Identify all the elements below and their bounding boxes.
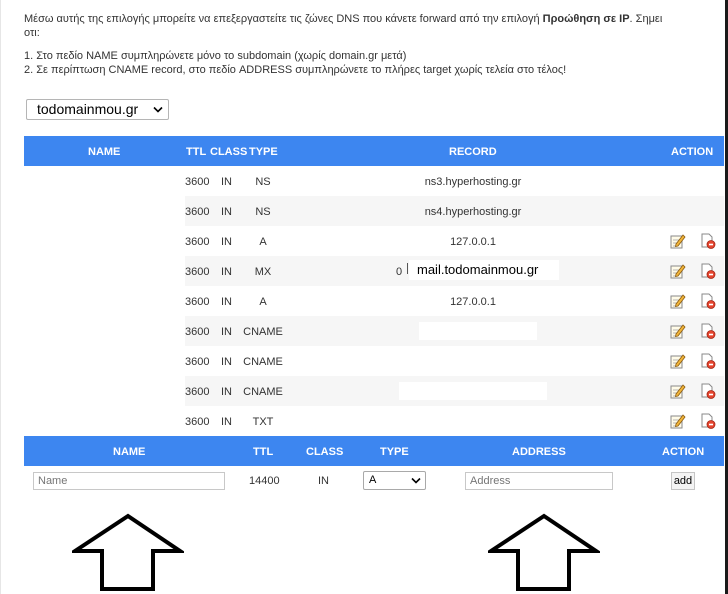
header-class: CLASS (210, 146, 248, 158)
intro-bold-link: Προώθηση σε IP (542, 13, 630, 25)
edit-pencil-icon[interactable] (670, 353, 686, 369)
table-row: 3600 IN A 127.0.0.1 (24, 226, 724, 256)
edit-pencil-icon[interactable] (670, 233, 686, 249)
records-table-body: 3600 IN NS ns3.hyperhosting.gr 3600 IN NS ns4.h… (24, 166, 724, 436)
header-type: TYPE (249, 146, 278, 158)
type-select[interactable]: A (363, 471, 426, 490)
chevron-down-icon (411, 477, 421, 484)
row-ttl: 3600 (185, 266, 210, 278)
row-class: IN (221, 266, 232, 278)
edit-pencil-icon[interactable] (670, 263, 686, 279)
row-ttl: 3600 (185, 326, 210, 338)
delete-icon[interactable] (700, 263, 716, 279)
table-row: 3600 IN A 127.0.0.1 (24, 286, 724, 316)
row-mx-priority: 0 (396, 266, 403, 278)
redacted-value (399, 382, 547, 400)
row-type: MX (254, 266, 272, 278)
delete-icon[interactable] (700, 323, 716, 339)
add-button[interactable]: add (671, 472, 695, 490)
row-ttl: 3600 (185, 176, 210, 188)
table-row: 3600 IN CNAME (24, 376, 724, 406)
domain-select-value: todomainmou.gr (37, 101, 139, 117)
row-class: IN (221, 386, 232, 398)
add-class-value: IN (318, 475, 329, 487)
row-class: IN (221, 236, 232, 248)
add-header-type: TYPE (380, 446, 409, 458)
edit-pencil-icon[interactable] (670, 293, 686, 309)
delete-icon[interactable] (700, 383, 716, 399)
delete-icon[interactable] (700, 293, 716, 309)
table-row: 3600 IN NS ns3.hyperhosting.gr (24, 166, 724, 196)
delete-icon[interactable] (700, 413, 716, 429)
add-record-form: 14400 IN A add (24, 465, 724, 495)
add-header-action: ACTION (662, 446, 705, 458)
row-ttl: 3600 (185, 206, 210, 218)
row-record: ns4.hyperhosting.gr (424, 206, 522, 218)
edit-pencil-icon[interactable] (670, 383, 686, 399)
row-type: NS (255, 176, 271, 188)
records-table-header: NAME TTL CLASS TYPE RECORD ACTION (24, 136, 724, 166)
row-class: IN (221, 206, 232, 218)
domain-select[interactable]: todomainmou.gr (26, 99, 169, 120)
row-ttl: 3600 (185, 236, 210, 248)
row-class: IN (221, 356, 232, 368)
row-class: IN (221, 176, 232, 188)
window-edge-left (0, 0, 1, 594)
instructions-text: Μέσω αυτής της επιλογής μπορείτε να επεξ… (24, 12, 724, 77)
up-arrow-icon (72, 513, 184, 591)
row-record: ns3.hyperhosting.gr (424, 176, 522, 188)
intro-line1: Μέσω αυτής της επιλογής μπορείτε να επεξ… (24, 13, 543, 25)
edit-pencil-icon[interactable] (670, 413, 686, 429)
table-row: 3600 IN TXT (24, 406, 724, 436)
row-type: A (259, 236, 267, 248)
table-row: 3600 IN NS ns4.hyperhosting.gr (24, 196, 724, 226)
address-input[interactable] (465, 472, 613, 490)
row-class: IN (221, 296, 232, 308)
add-record-header: NAME TTL CLASS TYPE ADDRESS ACTION (24, 436, 724, 466)
row-type: NS (255, 206, 271, 218)
row-type: CNAME (243, 386, 283, 398)
row-type: TXT (252, 416, 274, 428)
row-ttl: 3600 (185, 296, 210, 308)
type-select-value: A (369, 474, 377, 486)
intro-line1-cont: οτι: (24, 27, 40, 39)
add-header-name: NAME (113, 446, 146, 458)
add-header-address: ADDRESS (512, 446, 566, 458)
row-ttl: 3600 (185, 386, 210, 398)
header-action: ACTION (671, 146, 714, 158)
name-input[interactable] (33, 472, 225, 490)
table-row: 3600 IN MX 0 mail.todomainmou.gr (24, 256, 724, 286)
delete-icon[interactable] (700, 353, 716, 369)
row-ttl: 3600 (185, 416, 210, 428)
row-type: A (259, 296, 267, 308)
add-header-class: CLASS (306, 446, 344, 458)
row-record: 127.0.0.1 (450, 296, 496, 308)
table-row: 3600 IN CNAME (24, 346, 724, 376)
redacted-value (419, 322, 537, 340)
intro-line1-suffix: . Σημει (629, 13, 663, 25)
header-record: RECORD (449, 146, 497, 158)
row-record: 127.0.0.1 (450, 236, 496, 248)
header-name: NAME (88, 146, 121, 158)
text-cursor (407, 263, 408, 274)
row-class: IN (221, 416, 232, 428)
row-type: CNAME (243, 356, 283, 368)
table-row: 3600 IN CNAME (24, 316, 724, 346)
up-arrow-icon (488, 513, 600, 591)
edit-pencil-icon[interactable] (670, 323, 686, 339)
delete-icon[interactable] (700, 233, 716, 249)
intro-note-1: 1. Στο πεδίο NAME συμπληρώνετε μόνο το s… (24, 50, 407, 62)
header-ttl: TTL (186, 146, 207, 158)
add-ttl-value: 14400 (249, 475, 280, 487)
row-ttl: 3600 (185, 356, 210, 368)
add-header-ttl: TTL (253, 446, 274, 458)
row-record: mail.todomainmou.gr (409, 260, 559, 280)
row-type: CNAME (243, 326, 283, 338)
chevron-down-icon (153, 106, 163, 113)
intro-note-2: 2. Σε περίπτωση CNAME record, στο πεδίο … (24, 64, 567, 76)
row-class: IN (221, 326, 232, 338)
